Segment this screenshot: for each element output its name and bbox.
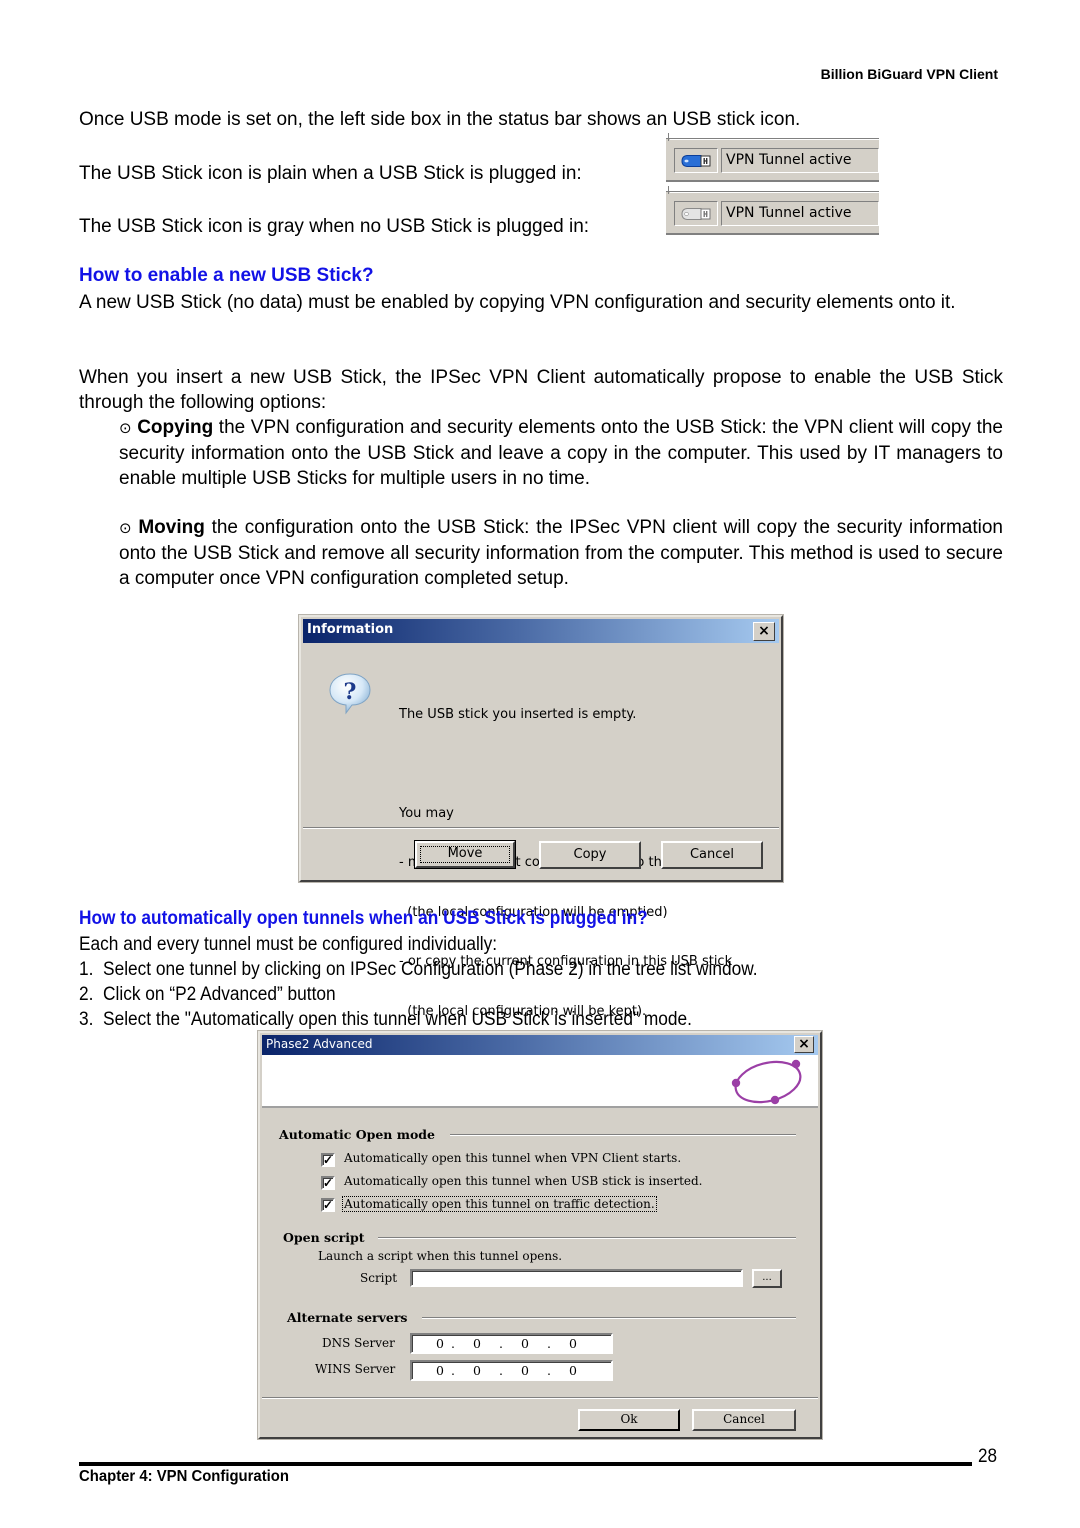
wins-server-input[interactable]: 0. 0. 0. 0: [410, 1360, 613, 1381]
message-line: You may: [399, 805, 454, 821]
move-button[interactable]: Move: [414, 840, 516, 869]
dialog-title: Phase2 Advanced: [266, 1037, 373, 1051]
step-text: Select the "Automatically open this tunn…: [103, 1009, 692, 1030]
bullet-symbol: ⊙: [119, 519, 132, 537]
message-line: The USB stick you inserted is empty.: [399, 707, 637, 722]
bullet-text: the configuration onto the USB Stick: th…: [119, 517, 1003, 589]
usb-stick-icon: [674, 148, 718, 173]
cancel-button-label: Cancel: [689, 847, 735, 862]
bullet-symbol: ⊙: [119, 419, 132, 437]
ok-button-label: Ok: [620, 1412, 638, 1426]
close-icon: ×: [798, 1036, 810, 1052]
footer-chapter-title: Chapter 4: VPN Configuration: [79, 1468, 289, 1485]
section2-intro: Each and every tunnel must be configured…: [79, 934, 498, 955]
footer-rule: [79, 1462, 972, 1466]
ip-octet: 0: [436, 1336, 444, 1351]
bullet-text: the VPN configuration and security eleme…: [119, 417, 1004, 489]
intro-line-3: The USB Stick icon is gray when no USB S…: [79, 216, 590, 237]
section-heading-enable-usb: How to enable a new USB Stick?: [79, 265, 374, 286]
document-header-title: Billion BiGuard VPN Client: [820, 66, 998, 82]
dialog-title: Information: [307, 622, 394, 637]
phase2-advanced-dialog: Phase2 Advanced × Automatic Open mode ✓ …: [258, 1031, 822, 1439]
intro-line-1: Once USB mode is set on, the left side b…: [79, 109, 801, 130]
close-button[interactable]: ×: [753, 622, 775, 641]
checkbox-label: Automatically open this tunnel when USB …: [344, 1174, 703, 1188]
checkbox-auto-open-on-start[interactable]: ✓: [321, 1153, 335, 1167]
wins-server-label: WINS Server: [315, 1362, 396, 1376]
ip-octet: 0: [473, 1363, 481, 1378]
checkbox-auto-open-on-usb[interactable]: ✓: [321, 1176, 335, 1190]
cancel-button[interactable]: Cancel: [661, 841, 763, 869]
copy-button[interactable]: Copy: [539, 841, 641, 869]
svg-text:?: ?: [344, 679, 357, 705]
script-input[interactable]: [410, 1269, 743, 1287]
script-label: Script: [360, 1271, 398, 1285]
ip-octet: 0: [569, 1363, 577, 1378]
step-text: Click on “P2 Advanced” button: [103, 984, 336, 1005]
group-title-alternate-servers: Alternate servers: [287, 1310, 408, 1325]
checkbox-label: Automatically open this tunnel when VPN …: [344, 1151, 682, 1165]
dialog-banner: [262, 1055, 818, 1108]
step-number: 2.: [79, 984, 94, 1005]
close-button[interactable]: ×: [794, 1036, 814, 1053]
bullet-moving: ⊙ Moving the configuration onto the USB …: [119, 515, 1003, 591]
dialog-titlebar: Information ×: [303, 619, 779, 643]
browse-button-label: ...: [762, 1272, 772, 1283]
group-title-open-script: Open script: [283, 1230, 365, 1245]
step-text: Select one tunnel by clicking on IPSec C…: [103, 959, 758, 980]
ip-octet: 0: [569, 1336, 577, 1351]
bullet-bold-term: Copying: [137, 417, 214, 438]
usb-stick-gray-icon: [674, 201, 718, 226]
step-1: 1. Select one tunnel by clicking on IPSe…: [79, 957, 758, 982]
ok-button[interactable]: Ok: [578, 1409, 680, 1431]
bullet-bold-term: Moving: [138, 517, 205, 538]
orbit-logo-icon: [730, 1057, 806, 1111]
group-title-auto-open: Automatic Open mode: [279, 1127, 435, 1142]
dialog-titlebar: Phase2 Advanced ×: [262, 1035, 818, 1055]
ip-octet: 0: [521, 1336, 529, 1351]
step-3: 3. Select the "Automatically open this t…: [79, 1007, 692, 1032]
status-bar-usb-plugged: VPN Tunnel active: [666, 133, 879, 182]
step-number: 1.: [79, 959, 94, 980]
dns-server-input[interactable]: 0. 0. 0. 0: [410, 1333, 613, 1354]
open-script-description: Launch a script when this tunnel opens.: [318, 1249, 563, 1263]
step-2: 2. Click on “P2 Advanced” button: [79, 982, 336, 1007]
section-heading-auto-open: How to automatically open tunnels when a…: [79, 908, 648, 929]
checkbox-label-focused: Automatically open this tunnel on traffi…: [342, 1196, 657, 1212]
ip-octet: 0: [436, 1363, 444, 1378]
status-bar-text: VPN Tunnel active: [721, 201, 879, 226]
section1-paragraph-2: When you insert a new USB Stick, the IPS…: [79, 367, 1003, 413]
section1-paragraph-1: A new USB Stick (no data) must be enable…: [79, 292, 956, 313]
question-icon: ?: [326, 671, 374, 720]
status-bar-usb-unplugged: VPN Tunnel active: [666, 186, 879, 235]
checkbox-auto-open-on-traffic[interactable]: ✓: [321, 1198, 335, 1212]
ip-octet: 0: [521, 1363, 529, 1378]
copy-button-label: Copy: [573, 847, 607, 862]
information-dialog: Information × ? The USB stick you insert…: [299, 615, 783, 1019]
close-icon: ×: [758, 623, 770, 639]
page-number: 28: [978, 1446, 998, 1467]
bullet-copying: ⊙ Copying the VPN configuration and secu…: [119, 415, 1003, 491]
status-bar-text: VPN Tunnel active: [721, 148, 879, 173]
ip-octet: 0: [473, 1336, 481, 1351]
cancel-button[interactable]: Cancel: [692, 1409, 796, 1431]
browse-button[interactable]: ...: [752, 1269, 782, 1288]
cancel-button-label: Cancel: [723, 1412, 765, 1426]
intro-line-2: The USB Stick icon is plain when a USB S…: [79, 163, 582, 184]
dns-server-label: DNS Server: [322, 1336, 395, 1350]
step-number: 3.: [79, 1009, 94, 1030]
